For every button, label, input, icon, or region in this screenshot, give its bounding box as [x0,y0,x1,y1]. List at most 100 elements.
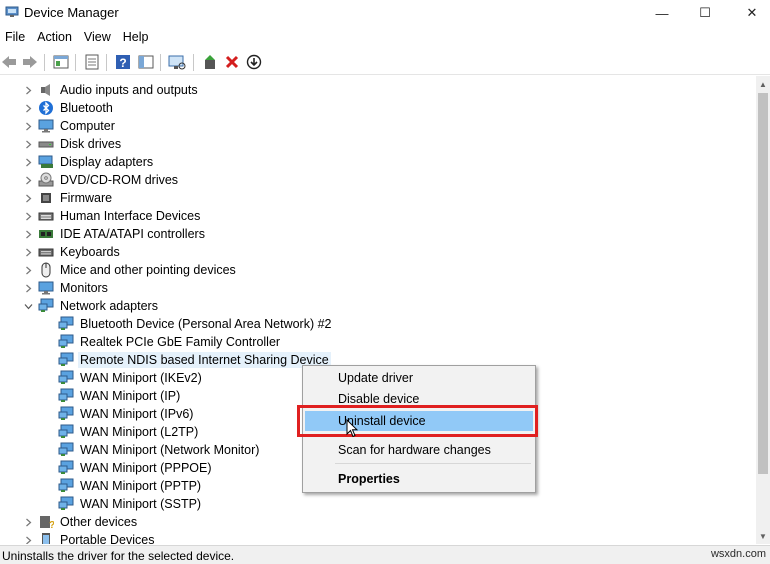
panel-view-icon[interactable] [137,53,155,71]
minimize-button[interactable]: — [638,0,686,26]
chevron-right-icon[interactable] [24,212,33,221]
chevron-right-icon[interactable] [24,104,33,113]
tree-device[interactable]: Realtek PCIe GbE Family Controller [58,333,282,351]
tree-category[interactable]: Computer [26,117,117,135]
chevron-right-icon[interactable] [24,176,33,185]
tree-category[interactable]: Mice and other pointing devices [26,261,238,279]
watermark: wsxdn.com [710,548,766,560]
network-adapter-icon [58,496,74,512]
mouse-icon [38,262,54,278]
tree-item-label: Audio inputs and outputs [60,83,198,97]
scroll-down-icon[interactable]: ▼ [756,528,770,544]
chevron-right-icon[interactable] [24,284,33,293]
tree-category[interactable]: Audio inputs and outputs [26,81,200,99]
back-icon[interactable] [0,53,18,71]
network-adapter-icon [58,478,74,494]
menu-scan-hardware[interactable]: Scan for hardware changes [305,440,533,460]
tree-item-label: Remote NDIS based Internet Sharing Devic… [78,352,331,368]
chevron-right-icon[interactable] [24,536,33,545]
tree-item-label: WAN Miniport (PPTP) [80,479,202,493]
network-adapter-icon [58,442,74,458]
chevron-right-icon[interactable] [24,194,33,203]
network-adapter-icon [58,352,74,368]
chevron-right-icon[interactable] [24,86,33,95]
tree-item-label: WAN Miniport (Network Monitor) [80,443,260,457]
tree-device[interactable]: Bluetooth Device (Personal Area Network)… [58,315,334,333]
help-icon[interactable]: ? [114,53,132,71]
properties-view-icon[interactable] [52,53,70,71]
chevron-right-icon[interactable] [24,140,33,149]
network-adapter-icon [58,388,74,404]
tree-device[interactable]: Remote NDIS based Internet Sharing Devic… [58,351,331,369]
tree-item-label: DVD/CD-ROM drives [60,173,179,187]
chevron-right-icon[interactable] [24,518,33,527]
maximize-button[interactable]: ☐ [681,0,729,26]
download-icon[interactable] [245,53,263,71]
unknown-device-icon: ? [38,514,54,530]
tree-category[interactable]: Human Interface Devices [26,207,202,225]
dvd-drive-icon [38,172,54,188]
menu-view[interactable]: View [79,27,118,48]
forward-icon[interactable] [21,53,39,71]
scan-monitor-icon[interactable] [168,53,186,71]
menu-help[interactable]: Help [118,27,156,48]
tree-item-label: Realtek PCIe GbE Family Controller [80,335,281,349]
scrollbar-thumb[interactable] [758,93,768,474]
tree-category[interactable]: Bluetooth [26,99,115,117]
network-adapter-icon [58,424,74,440]
tree-category[interactable]: Disk drives [26,135,123,153]
uninstall-icon[interactable] [223,53,241,71]
chevron-right-icon[interactable] [24,230,33,239]
chevron-right-icon[interactable] [24,158,33,167]
tree-item-label: Display adapters [60,155,154,169]
tree-category[interactable]: Monitors [26,279,110,297]
tree-device[interactable]: WAN Miniport (SSTP) [58,495,203,513]
hid-icon [38,208,54,224]
bluetooth-icon [38,100,54,116]
tree-category[interactable]: Network adapters [24,297,160,315]
tree-category[interactable]: Portable Devices [26,531,157,544]
tree-item-label: Keyboards [60,245,120,259]
svg-text:?: ? [119,56,126,70]
tree-device[interactable]: WAN Miniport (IKEv2) [58,369,204,387]
chevron-right-icon[interactable] [24,248,33,257]
menu-update-driver[interactable]: Update driver [305,368,533,388]
tree-item-label: Mice and other pointing devices [60,263,236,277]
tree-device[interactable]: WAN Miniport (L2TP) [58,423,200,441]
tree-item-label: Human Interface Devices [60,209,201,223]
chevron-down-icon[interactable] [24,302,33,311]
close-button[interactable]: ✕ [728,0,770,26]
vertical-scrollbar[interactable]: ▲ ▼ [756,76,770,544]
svg-text:?: ? [49,520,54,530]
toolbar-separator [44,54,45,71]
menu-file[interactable]: File [0,27,32,48]
tree-item-label: Other devices [60,515,138,529]
tree-category[interactable]: DVD/CD-ROM drives [26,171,180,189]
firmware-icon [38,190,54,206]
title-bar: Device Manager — ☐ ✕ [0,0,770,26]
tree-category[interactable]: Firmware [26,189,114,207]
tree-category[interactable]: Keyboards [26,243,122,261]
chevron-right-icon[interactable] [24,122,33,131]
menu-separator [335,463,531,464]
chevron-right-icon[interactable] [24,266,33,275]
tree-device[interactable]: WAN Miniport (Network Monitor) [58,441,261,459]
tree-item-label: IDE ATA/ATAPI controllers [60,227,205,241]
tree-category[interactable]: Display adapters [26,153,155,171]
tree-device[interactable]: WAN Miniport (PPTP) [58,477,203,495]
tree-device[interactable]: WAN Miniport (PPPOE) [58,459,214,477]
tree-category[interactable]: ? Other devices [26,513,139,531]
toolbar-separator [193,54,194,71]
menu-action[interactable]: Action [32,27,79,48]
tree-device[interactable]: WAN Miniport (IPv6) [58,405,195,423]
details-list-icon[interactable] [83,53,101,71]
tree-device[interactable]: WAN Miniport (IP) [58,387,182,405]
tree-item-label: Computer [60,119,115,133]
menu-properties[interactable]: Properties [305,469,533,489]
network-adapter-icon [58,460,74,476]
scroll-up-icon[interactable]: ▲ [756,76,770,92]
tree-item-label: Bluetooth [60,101,113,115]
update-driver-icon[interactable] [201,53,219,71]
tree-item-label: WAN Miniport (IP) [80,389,181,403]
tree-category[interactable]: IDE ATA/ATAPI controllers [26,225,207,243]
